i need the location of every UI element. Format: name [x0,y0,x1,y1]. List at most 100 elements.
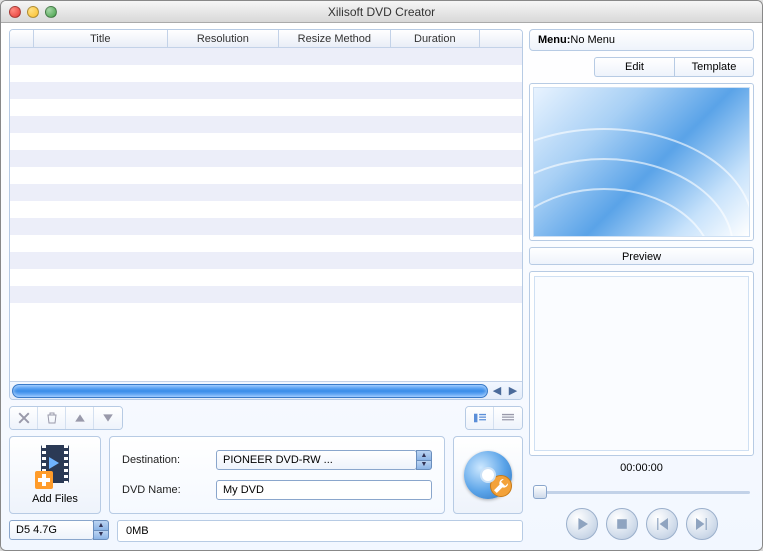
timecode: 00:00:00 [529,462,754,478]
move-down-button[interactable] [94,407,122,429]
column-resize-method[interactable]: Resize Method [279,30,391,47]
slider-thumb[interactable] [533,485,547,499]
titlebar: Xilisoft DVD Creator [1,1,762,23]
delete-item-button[interactable] [38,407,66,429]
preview-area [534,276,749,451]
window-controls [9,6,57,18]
disk-usage-bar: 0MB [117,520,523,542]
stop-icon [616,518,628,530]
table-row [10,167,522,184]
menu-header-prefix: Menu: [538,34,570,46]
app-window: Xilisoft DVD Creator Title Resolution Re… [0,0,763,551]
dvdname-label: DVD Name: [122,484,206,496]
column-blank [10,30,34,47]
list-view-icon [502,412,514,424]
file-rows[interactable] [10,48,522,381]
table-row [10,133,522,150]
minimize-window-button[interactable] [27,6,39,18]
table-row [10,150,522,167]
slider-track [533,491,750,494]
burn-settings-button[interactable] [453,436,523,514]
column-title[interactable]: Title [34,30,168,47]
disk-usage-value: 0MB [126,525,149,537]
table-row [10,269,522,286]
column-pad [480,30,522,47]
table-row [10,252,522,269]
table-row [10,184,522,201]
menu-tabs: Edit Template [529,57,754,77]
preview-label: Preview [529,247,754,265]
destination-label: Destination: [122,454,206,466]
column-resolution[interactable]: Resolution [168,30,280,47]
wrench-badge-icon [490,475,512,497]
prev-icon [656,518,668,530]
add-files-icon [35,445,75,489]
file-list-panel: Title Resolution Resize Method Duration [9,29,523,400]
remove-item-button[interactable] [10,407,38,429]
add-files-button[interactable]: Add Files [9,436,101,514]
item-actions-group [9,406,123,430]
view-list-button[interactable] [494,407,522,429]
prev-button[interactable] [646,508,678,540]
destination-value: PIONEER DVD-RW ... [223,454,333,466]
table-row [10,286,522,303]
table-row [10,99,522,116]
main-body: Title Resolution Resize Method Duration [1,23,762,550]
table-row [10,116,522,133]
menu-thumbnail-image [533,87,750,237]
view-detail-button[interactable] [466,407,494,429]
table-row [10,218,522,235]
dvdname-row: DVD Name: [122,480,432,500]
bottom-row: Add Files Destination: PIONEER DVD-RW ..… [9,436,523,514]
transport-controls [529,506,754,542]
list-toolbar [9,406,523,430]
destination-panel: Destination: PIONEER DVD-RW ... ▲▼ DVD N… [109,436,445,514]
play-icon [576,518,588,530]
view-mode-group [465,406,523,430]
play-button[interactable] [566,508,598,540]
table-row [10,48,522,65]
table-row [10,235,522,252]
add-files-label: Add Files [32,493,78,505]
column-headers: Title Resolution Resize Method Duration [10,30,522,48]
table-row [10,201,522,218]
disk-type-stepper[interactable]: ▲▼ [93,520,109,540]
table-row [10,303,522,320]
x-icon [18,412,30,424]
trash-icon [46,412,58,424]
right-column: Menu: No Menu Edit Template Preview 00:0… [529,29,754,542]
playback-slider[interactable] [529,484,754,500]
preview-box [529,271,754,456]
disc-icon [464,451,512,499]
scroll-left-icon[interactable]: ◀ [490,384,504,398]
table-row [10,65,522,82]
window-title: Xilisoft DVD Creator [1,5,762,19]
destination-row: Destination: PIONEER DVD-RW ... ▲▼ [122,450,432,470]
stop-button[interactable] [606,508,638,540]
menu-thumbnail[interactable] [529,83,754,241]
table-row [10,82,522,99]
column-duration[interactable]: Duration [391,30,480,47]
horizontal-scrollbar[interactable]: ◀ ▶ [10,381,522,399]
destination-stepper[interactable]: ▲▼ [416,450,432,470]
disk-row: D5 4.7G ▲▼ 0MB [9,520,523,542]
triangle-down-icon [102,412,114,424]
close-window-button[interactable] [9,6,21,18]
left-column: Title Resolution Resize Method Duration [9,29,523,542]
zoom-window-button[interactable] [45,6,57,18]
next-icon [696,518,708,530]
tab-edit[interactable]: Edit [594,57,674,77]
menu-header: Menu: No Menu [529,29,754,51]
move-up-button[interactable] [66,407,94,429]
disk-type-select[interactable]: D5 4.7G ▲▼ [9,520,109,542]
detail-view-icon [474,412,486,424]
disk-type-value: D5 4.7G [16,524,57,536]
triangle-up-icon [74,412,86,424]
dvdname-input[interactable] [216,480,432,500]
scroll-right-icon[interactable]: ▶ [506,384,520,398]
scrollbar-track[interactable] [12,384,488,398]
destination-select[interactable]: PIONEER DVD-RW ... [216,450,417,470]
tab-template[interactable]: Template [674,57,754,77]
menu-header-value: No Menu [570,34,615,46]
next-button[interactable] [686,508,718,540]
